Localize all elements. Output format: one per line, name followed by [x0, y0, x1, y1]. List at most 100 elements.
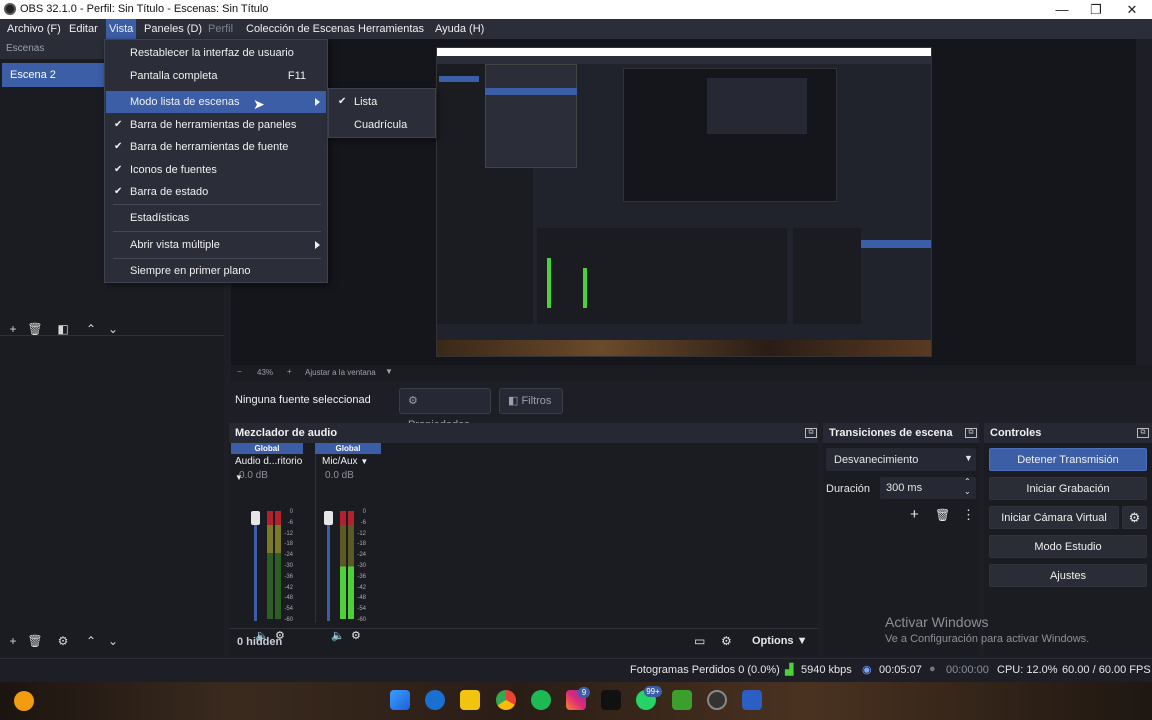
meter-scale-label: -30	[284, 563, 293, 569]
float-dock-icon[interactable]: ⧉	[1137, 428, 1149, 438]
menu-perfil[interactable]: Perfil	[205, 19, 236, 39]
minecraft-icon[interactable]	[672, 690, 692, 710]
move-down-icon[interactable]: ⌄	[104, 321, 122, 337]
scene-filters-icon[interactable]: ◧	[54, 321, 72, 337]
meter-scale-label: -54	[284, 606, 293, 613]
menu-item-always-on-top[interactable]: Siempre en primer plano	[106, 260, 326, 282]
menu-archivo[interactable]: Archivo (F)	[4, 19, 64, 39]
remove-scene-icon[interactable]: 🗑	[26, 321, 44, 337]
zoom-out-button[interactable]: −	[237, 367, 242, 376]
zoom-in-button[interactable]: +	[287, 367, 292, 376]
mixer-options-button[interactable]: Options ▼	[752, 635, 808, 647]
meter-scale-label: -6	[360, 519, 366, 526]
duration-label: Duración	[826, 483, 871, 495]
meter-red-segment	[340, 511, 346, 525]
zoom-dropdown-icon[interactable]: ▼	[385, 367, 393, 376]
menu-item-multiview[interactable]: Abrir vista múltiple	[106, 234, 326, 256]
float-dock-icon[interactable]: ⧉	[805, 428, 817, 438]
channel-name[interactable]: Mic/Aux ▼	[309, 454, 381, 470]
windows-start-icon[interactable]	[390, 690, 410, 710]
studio-mode-button[interactable]: Modo Estudio	[989, 535, 1147, 558]
chevron-down-icon: ▼	[796, 635, 808, 647]
hidden-count[interactable]: 0 hidden	[237, 636, 282, 648]
channel-global-header: Global	[231, 443, 303, 454]
menu-coleccion-escenas[interactable]: Colección de Escenas	[243, 19, 358, 39]
speaker-icon[interactable]: 🔈	[331, 629, 345, 642]
menu-paneles[interactable]: Paneles (D)	[141, 19, 205, 39]
remove-source-icon[interactable]: 🗑	[26, 633, 44, 649]
volume-fader-track[interactable]	[327, 511, 330, 621]
menu-item-fullscreen[interactable]: Pantalla completa F11	[106, 65, 326, 87]
source-settings-icon[interactable]: ⚙	[54, 633, 72, 649]
add-transition-icon[interactable]: +	[910, 506, 919, 523]
volume-fader-knob[interactable]	[251, 511, 260, 525]
meter-scale-label: 0	[362, 509, 366, 515]
status-bar: Fotogramas Perdidos 0 (0.0%) ▟ 5940 kbps…	[0, 658, 1152, 682]
menu-item-scene-list-mode[interactable]: Modo lista de escenas	[106, 91, 326, 113]
meter-scale-label: -24	[284, 552, 293, 559]
record-time: 00:00:00	[946, 664, 989, 676]
fit-window-button[interactable]: Ajustar a la ventana	[305, 368, 376, 377]
transition-select[interactable]: Desvanecimiento ▼	[826, 448, 976, 471]
menu-item-dock-toolbar[interactable]: ✔ Barra de herramientas de paneles	[106, 114, 326, 136]
add-source-icon[interactable]: +	[4, 633, 22, 649]
source-toolbar: Ninguna fuente seleccionad ⚙ Propiedades…	[231, 388, 1152, 431]
meter-bar	[267, 525, 273, 619]
menu-item-stats[interactable]: Estadísticas	[106, 207, 326, 229]
properties-button[interactable]: ⚙ Propiedades	[399, 388, 491, 431]
meter-red-segment	[267, 511, 273, 525]
close-button[interactable]: ✕	[1114, 0, 1150, 19]
submenu-item-list[interactable]: ✔ Lista	[330, 91, 434, 113]
submenu-arrow-icon	[315, 98, 320, 106]
app-icon[interactable]	[742, 690, 762, 710]
menu-item-reset-ui[interactable]: Restablecer la interfaz de usuario	[106, 42, 326, 64]
remove-transition-icon[interactable]: 🗑	[935, 508, 950, 522]
weather-icon[interactable]	[14, 691, 34, 711]
audio-settings-icon[interactable]: ⚙	[351, 629, 361, 642]
source-down-icon[interactable]: ⌄	[104, 633, 122, 649]
move-up-icon[interactable]: ⌃	[82, 321, 100, 337]
menu-item-source-toolbar[interactable]: ✔ Barra de herramientas de fuente	[106, 136, 326, 158]
menu-vista[interactable]: Vista	[106, 19, 137, 39]
transition-menu-icon[interactable]: ⋮	[962, 507, 975, 523]
minimize-button[interactable]: —	[1044, 0, 1080, 19]
filters-button[interactable]: ◧ Filtros	[499, 388, 563, 414]
meter-scale-label: 0	[289, 509, 293, 515]
submenu-arrow-icon	[315, 241, 320, 249]
chrome-icon[interactable]	[496, 690, 516, 710]
settings-button[interactable]: Ajustes	[989, 564, 1147, 587]
volume-fader-knob[interactable]	[324, 511, 333, 525]
menu-editar[interactable]: Editar	[66, 19, 101, 39]
menu-herramientas[interactable]: Herramientas	[355, 19, 427, 39]
menu-item-source-icons[interactable]: ✔ Iconos de fuentes	[106, 159, 326, 181]
fps: 60.00 / 60.00 FPS	[1062, 664, 1151, 676]
menu-item-status-bar[interactable]: ✔ Barra de estado	[106, 181, 326, 203]
record-icon: ●	[929, 663, 936, 675]
virtual-camera-settings-icon[interactable]: ⚙	[1122, 506, 1147, 529]
duration-spinbox[interactable]: 300 ms ⌃ ⌄	[880, 477, 976, 499]
obs-taskbar-icon[interactable]	[707, 690, 727, 710]
mixer-layout-icon[interactable]: ▭	[694, 634, 705, 648]
spotify-icon[interactable]	[531, 690, 551, 710]
menu-ayuda[interactable]: Ayuda (H)	[432, 19, 487, 39]
spin-up-icon[interactable]: ⌃	[964, 477, 971, 486]
start-recording-button[interactable]: Iniciar Grabación	[989, 477, 1147, 500]
source-up-icon[interactable]: ⌃	[82, 633, 100, 649]
meter-scale-label: -60	[284, 617, 293, 623]
start-virtual-camera-button[interactable]: Iniciar Cámara Virtual	[989, 506, 1119, 529]
volume-fader-track[interactable]	[254, 511, 257, 621]
spin-down-icon[interactable]: ⌄	[964, 487, 971, 496]
file-explorer-icon[interactable]	[460, 690, 480, 710]
mixer-settings-icon[interactable]: ⚙	[721, 634, 732, 648]
divider	[229, 628, 818, 629]
maximize-button[interactable]: ❐	[1078, 0, 1114, 19]
tiktok-icon[interactable]	[601, 690, 621, 710]
stop-streaming-button[interactable]: Detener Transmisión	[989, 448, 1147, 471]
audio-mixer-dock: Mezclador de audio ⧉ Global Audio d...ri…	[229, 423, 818, 656]
submenu-item-grid[interactable]: Cuadrícula	[330, 114, 434, 136]
menu-bar: Archivo (F) Editar Vista Paneles (D) Per…	[0, 19, 1152, 39]
channel-name[interactable]: Audio d...ritorio ▼	[231, 454, 303, 482]
search-icon[interactable]	[425, 690, 445, 710]
float-dock-icon[interactable]: ⧉	[965, 428, 977, 438]
add-scene-icon[interactable]: +	[4, 321, 22, 337]
